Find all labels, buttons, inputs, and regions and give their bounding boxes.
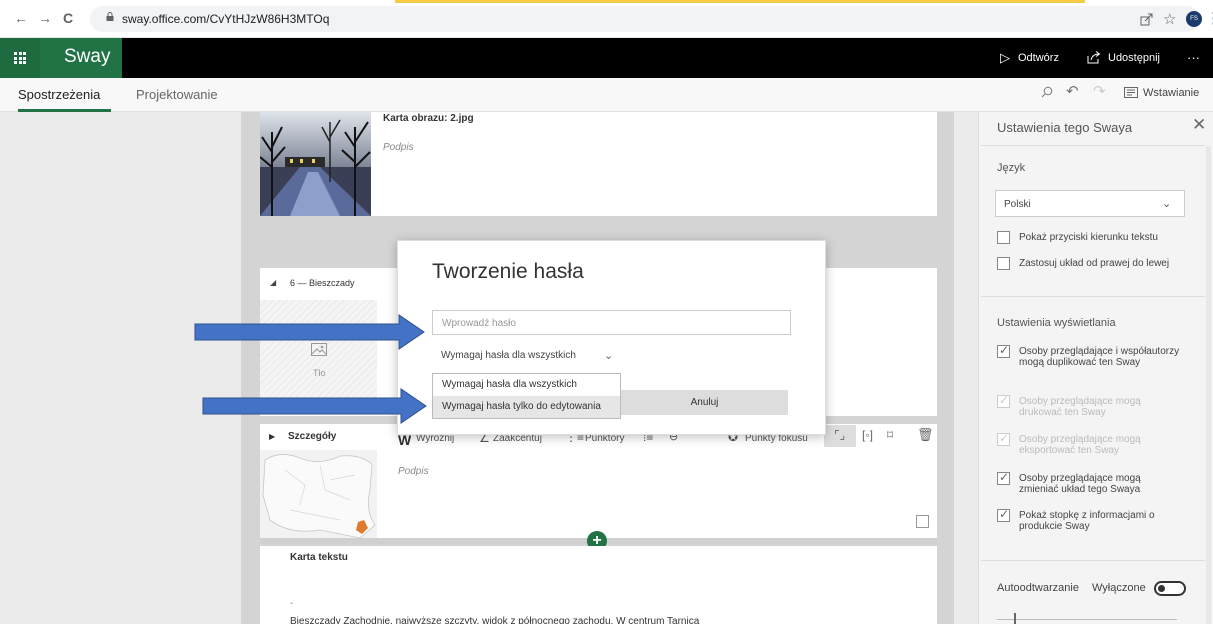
close-panel-icon[interactable]: ✕	[1192, 115, 1206, 135]
chevron-down-icon[interactable]: ⌄	[604, 349, 613, 362]
text-direction-checkbox[interactable]	[997, 231, 1010, 244]
text-card-title: Karta tekstu	[290, 552, 348, 563]
divider	[981, 296, 1205, 297]
duplicate-label: Osoby przeglądające i współautorzy mogą …	[1019, 346, 1180, 368]
map-thumbnail[interactable]	[260, 450, 377, 538]
app-launcher-icon[interactable]	[0, 38, 40, 78]
fullscreen-icon[interactable]: ⌑	[887, 428, 893, 442]
footer-checkbox[interactable]	[997, 507, 1010, 522]
cancel-button[interactable]: Anuluj	[621, 390, 788, 415]
rtl-layout-label: Zastosuj układ od prawej do lewej	[1019, 258, 1170, 269]
text-card-body[interactable]: Bieszczady Zachodnie, najwyższe szczyty,…	[290, 616, 699, 624]
insert-icon[interactable]	[1124, 87, 1138, 98]
undo-icon[interactable]: ↶	[1066, 82, 1079, 100]
fit-icon[interactable]: ⌜⌟	[834, 428, 845, 442]
more-options-icon[interactable]: ···	[1187, 50, 1200, 65]
autoplay-label: Autoodtwarzanie	[997, 582, 1079, 594]
map-caption[interactable]: Podpis	[398, 466, 429, 477]
print-checkbox[interactable]	[997, 393, 1010, 408]
language-value: Polski	[1004, 199, 1031, 210]
back-icon[interactable]: ←	[14, 10, 28, 26]
option-all-users[interactable]: Wymagaj hasła dla wszystkich	[433, 374, 620, 396]
image-caption[interactable]: Podpis	[383, 142, 414, 153]
frame-icon[interactable]: [◦]	[862, 428, 873, 442]
speed-slider[interactable]	[997, 619, 1177, 620]
password-input[interactable]: Wprowadź hasło	[432, 310, 791, 335]
text-card-dash: -	[290, 598, 294, 609]
text-direction-label: Pokaż przyciski kierunku tekstu	[1019, 232, 1158, 243]
app-name[interactable]: Sway	[40, 38, 122, 78]
url-text: sway.office.com/CvYtHJzW86H3MTOq	[122, 12, 330, 26]
insert-button[interactable]: Wstawianie	[1143, 87, 1199, 99]
share-page-icon[interactable]	[1140, 13, 1153, 26]
settings-panel	[978, 112, 1213, 624]
play-icon[interactable]: ▷	[1000, 50, 1010, 66]
play-button[interactable]: Odtwórz	[1018, 52, 1059, 64]
autoplay-state: Wyłączone	[1092, 582, 1146, 594]
reload-icon[interactable]: C	[63, 10, 73, 26]
print-label: Osoby przeglądające mogą drukować ten Sw…	[1019, 396, 1141, 418]
password-scope-select[interactable]: Wymagaj hasła dla wszystkich	[441, 350, 576, 361]
toggle-knob	[1158, 585, 1165, 592]
details-label: Szczegóły	[288, 431, 337, 442]
delete-icon[interactable]: 🗑	[917, 427, 934, 443]
divider	[981, 560, 1205, 561]
text-card[interactable]	[260, 546, 937, 624]
search-icon[interactable]	[1041, 86, 1053, 98]
footer-label: Pokaż stopkę z informacjami o produkcie …	[1019, 510, 1155, 532]
divider	[981, 145, 1205, 146]
section-heading: 6 — Bieszczady	[290, 278, 355, 288]
bookmark-star-icon[interactable]: ☆	[1163, 10, 1176, 28]
share-button[interactable]: Udostępnij	[1108, 52, 1160, 64]
export-checkbox[interactable]	[997, 431, 1010, 446]
card-select-checkbox[interactable]	[916, 515, 929, 528]
panel-scrollbar[interactable]	[1206, 146, 1211, 624]
profile-avatar[interactable]: FS	[1186, 11, 1202, 27]
tab-insights[interactable]: Spostrzeżenia	[18, 87, 100, 102]
slider-handle[interactable]	[1014, 613, 1016, 624]
option-edit-only[interactable]: Wymagaj hasła tylko do edytowania	[433, 396, 620, 418]
redo-icon[interactable]: ↷	[1093, 82, 1106, 100]
forward-icon[interactable]: →	[38, 10, 52, 26]
background-label: Tło	[313, 368, 326, 378]
export-label: Osoby przeglądające mogą eksportować ten…	[1019, 434, 1141, 456]
loading-indicator	[395, 0, 1085, 3]
image-thumbnail[interactable]	[260, 112, 371, 216]
language-label: Język	[997, 162, 1026, 174]
settings-panel-title: Ustawienia tego Swaya	[997, 120, 1133, 135]
display-settings-title: Ustawienia wyświetlania	[997, 317, 1116, 329]
change-layout-checkbox[interactable]	[997, 470, 1010, 485]
browser-menu-icon[interactable]: ⋮	[1206, 9, 1213, 27]
change-layout-label: Osoby przeglądające mogą zmieniać układ …	[1019, 473, 1141, 495]
image-card-title: Karta obrazu: 2.jpg	[383, 113, 474, 124]
annotation-arrow-option	[202, 388, 427, 424]
lock-icon	[106, 12, 114, 21]
rtl-layout-checkbox[interactable]	[997, 257, 1010, 270]
annotation-arrow-input	[194, 314, 425, 350]
share-icon[interactable]	[1087, 51, 1101, 64]
expand-triangle-icon[interactable]: ▶	[269, 432, 275, 441]
duplicate-checkbox[interactable]	[997, 343, 1010, 358]
dialog-title: Tworzenie hasła	[432, 260, 584, 283]
collapse-triangle-icon[interactable]: ◢	[270, 278, 276, 287]
tab-design[interactable]: Projektowanie	[136, 87, 218, 102]
chevron-down-icon[interactable]: ⌄	[1162, 197, 1171, 210]
